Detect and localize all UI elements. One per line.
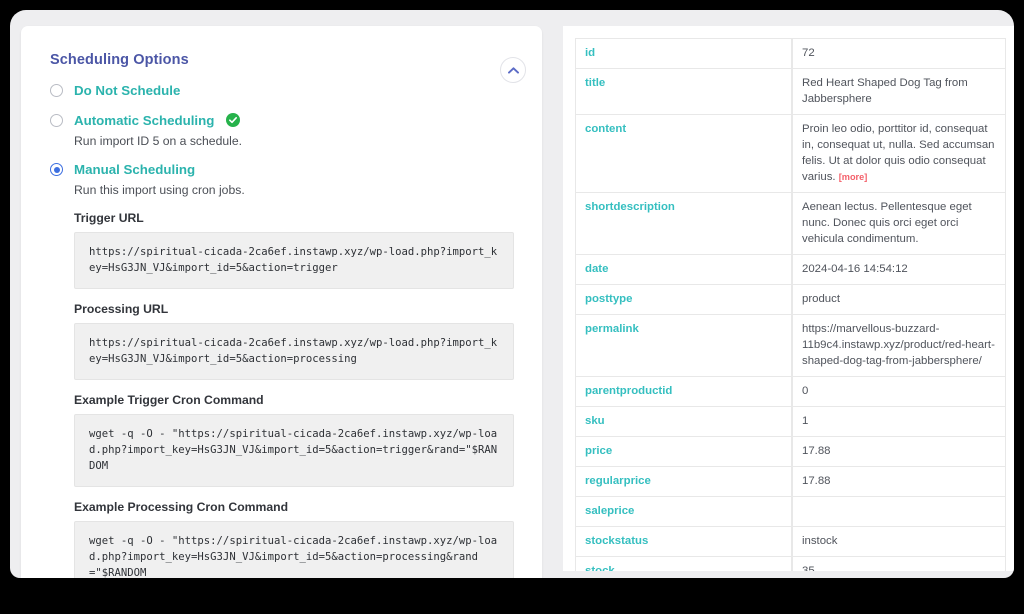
radio-dot-automatic-scheduling[interactable] <box>50 114 63 127</box>
table-row: sku 1 <box>575 407 1006 437</box>
field-value: Proin leo odio, porttitor id, consequat … <box>792 115 1006 193</box>
field-key: stockstatus <box>575 527 792 557</box>
field-key: date <box>575 255 792 285</box>
table-row: stockstatus instock <box>575 527 1006 557</box>
field-key: stock <box>575 557 792 571</box>
trigger-url-label: Trigger URL <box>74 211 144 225</box>
table-row: regularprice 17.88 <box>575 467 1006 497</box>
trigger-cron-block: Example Trigger Cron Command wget -q -O … <box>74 393 514 487</box>
table-row: content Proin leo odio, porttitor id, con… <box>575 115 1006 193</box>
field-key: content <box>575 115 792 193</box>
table-row: permalink https://marvellous-buzzard-11b9… <box>575 315 1006 377</box>
field-value: Aenean lectus. Pellentesque eget nunc. D… <box>792 193 1006 255</box>
radio-dot-do-not-schedule[interactable] <box>50 84 63 97</box>
field-value <box>792 497 1006 527</box>
field-value: 2024-04-16 14:54:12 <box>792 255 1006 285</box>
field-value: 17.88 <box>792 437 1006 467</box>
more-link[interactable]: [more] <box>839 172 868 182</box>
field-key: parentproductid <box>575 377 792 407</box>
manual-scheduling-details: Trigger URL https://spiritual-cicada-2ca… <box>74 211 514 578</box>
table-row: date 2024-04-16 14:54:12 <box>575 255 1006 285</box>
table-row: posttype product <box>575 285 1006 315</box>
trigger-url-value[interactable]: https://spiritual-cicada-2ca6ef.instawp.… <box>74 232 514 289</box>
field-key: posttype <box>575 285 792 315</box>
radio-option-manual-scheduling[interactable]: Manual Scheduling Run this import using … <box>50 161 514 198</box>
field-value: 35 <box>792 557 1006 571</box>
table-row: title Red Heart Shaped Dog Tag from Jabbe… <box>575 69 1006 115</box>
field-value: 0 <box>792 377 1006 407</box>
table-row: stock 35 <box>575 557 1006 571</box>
record-fields-body: id 72 title Red Heart Shaped Dog Tag from J… <box>575 38 1006 571</box>
table-row: saleprice <box>575 497 1006 527</box>
trigger-cron-label: Example Trigger Cron Command <box>74 393 264 407</box>
processing-url-block: Processing URL https://spiritual-cicada-… <box>74 302 514 380</box>
radio-sub-automatic-scheduling: Run import ID 5 on a schedule. <box>74 134 243 148</box>
page-title: Scheduling Options <box>50 52 189 68</box>
processing-url-label: Processing URL <box>74 302 169 316</box>
radio-option-do-not-schedule[interactable]: Do Not Schedule <box>50 82 514 100</box>
radio-label-manual-scheduling: Manual Scheduling <box>74 161 196 177</box>
radio-option-automatic-scheduling[interactable]: Automatic Scheduling Run import ID 5 on … <box>50 112 514 149</box>
field-value: 1 <box>792 407 1006 437</box>
processing-url-value[interactable]: https://spiritual-cicada-2ca6ef.instawp.… <box>74 323 514 380</box>
field-key: shortdescription <box>575 193 792 255</box>
field-value: Red Heart Shaped Dog Tag from Jabbersphe… <box>792 69 1006 115</box>
field-key: title <box>575 69 792 115</box>
record-preview-panel: id 72 title Red Heart Shaped Dog Tag from J… <box>563 26 1014 571</box>
record-fields-table: id 72 title Red Heart Shaped Dog Tag from J… <box>575 38 1006 571</box>
check-circle-icon <box>225 112 240 127</box>
trigger-url-block: Trigger URL https://spiritual-cicada-2ca… <box>74 211 514 289</box>
chevron-up-icon <box>507 66 519 74</box>
trigger-cron-value[interactable]: wget -q -O - "https://spiritual-cicada-2… <box>74 414 514 487</box>
processing-cron-block: Example Processing Cron Command wget -q … <box>74 500 514 578</box>
radio-label-automatic-scheduling: Automatic Scheduling <box>74 112 215 128</box>
processing-cron-value[interactable]: wget -q -O - "https://spiritual-cicada-2… <box>74 521 514 578</box>
field-key: saleprice <box>575 497 792 527</box>
table-row: price 17.88 <box>575 437 1006 467</box>
radio-dot-manual-scheduling[interactable] <box>50 163 63 176</box>
field-value: instock <box>792 527 1006 557</box>
table-row: parentproductid 0 <box>575 377 1006 407</box>
processing-cron-label: Example Processing Cron Command <box>74 500 289 514</box>
field-key: id <box>575 38 792 69</box>
field-key: price <box>575 437 792 467</box>
radio-label-do-not-schedule: Do Not Schedule <box>74 82 181 98</box>
table-row: shortdescription Aenean lectus. Pellentes… <box>575 193 1006 255</box>
field-value: https://marvellous-buzzard-11b9c4.instaw… <box>792 315 1006 377</box>
scheduling-options-panel: Scheduling Options Do Not Schedule Autom… <box>21 26 542 578</box>
field-value: 72 <box>792 38 1006 69</box>
field-key: regularprice <box>575 467 792 497</box>
device-frame: Scheduling Options Do Not Schedule Autom… <box>0 0 1024 614</box>
field-key: permalink <box>575 315 792 377</box>
table-row: id 72 <box>575 38 1006 69</box>
field-value: 17.88 <box>792 467 1006 497</box>
field-value: product <box>792 285 1006 315</box>
field-key: sku <box>575 407 792 437</box>
collapse-panel-button[interactable] <box>500 57 526 83</box>
radio-sub-manual-scheduling: Run this import using cron jobs. <box>74 183 245 197</box>
page-canvas: Scheduling Options Do Not Schedule Autom… <box>10 10 1014 578</box>
